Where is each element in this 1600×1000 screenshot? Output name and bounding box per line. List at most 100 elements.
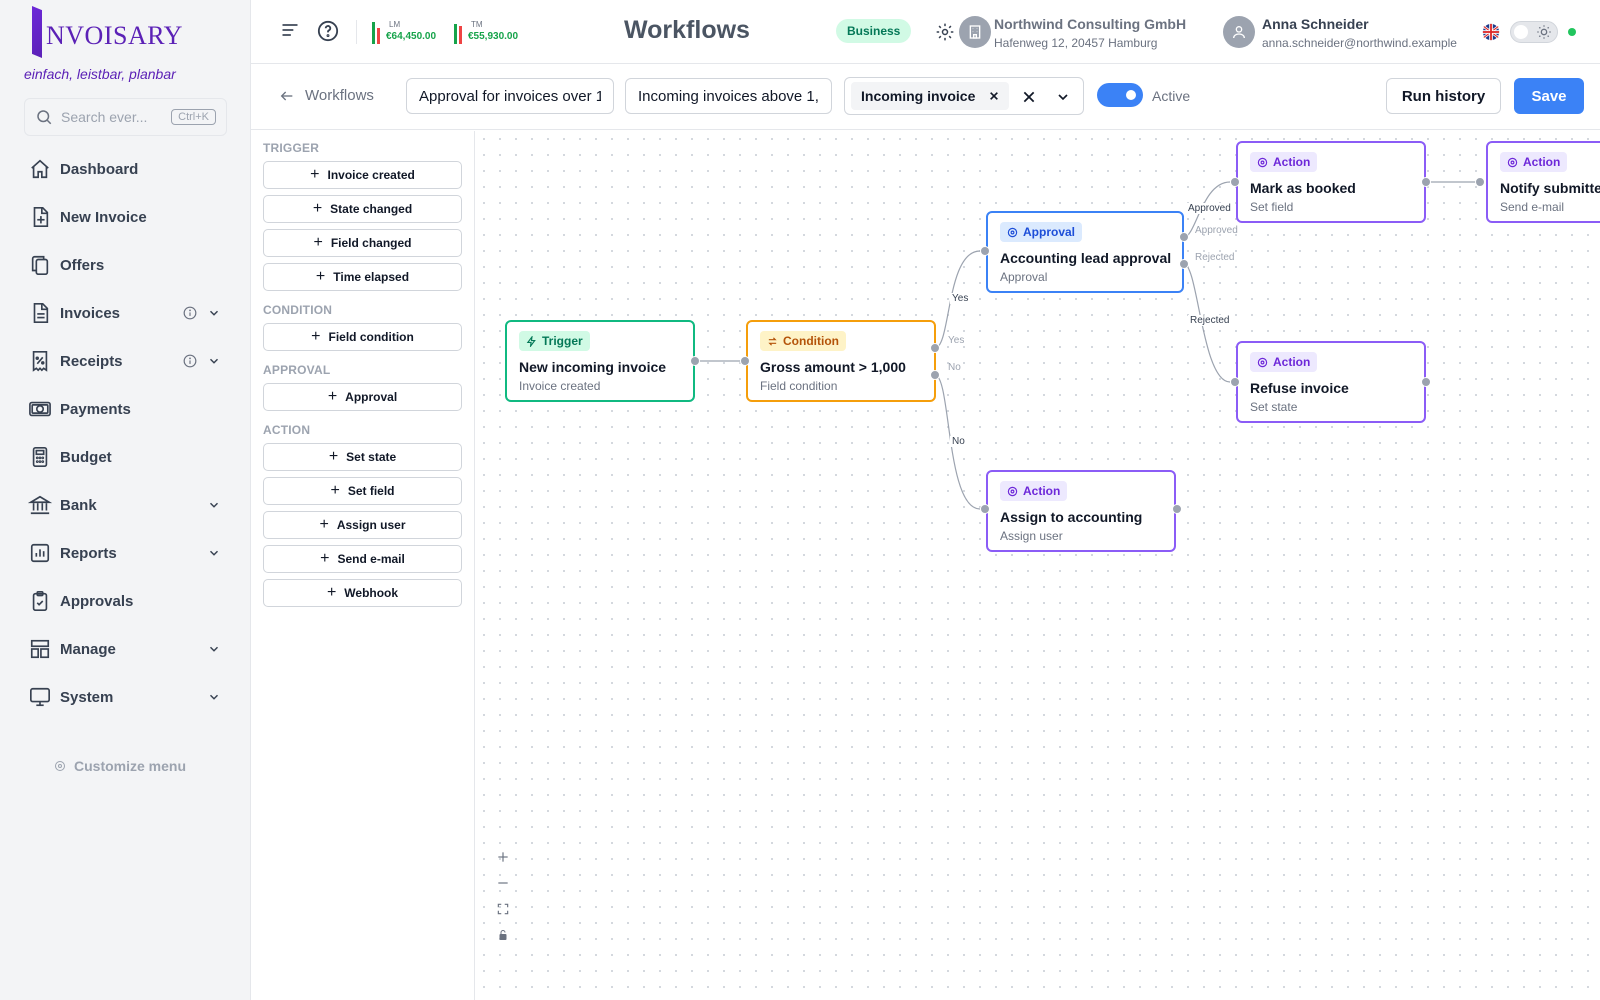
company-avatar[interactable] <box>959 16 991 48</box>
plus-icon: + <box>330 482 340 499</box>
app-logo[interactable]: NVOISARY <box>32 6 183 58</box>
chevron-down-icon[interactable] <box>207 546 221 560</box>
node-action-booked[interactable]: Action Mark as booked Set field <box>1236 141 1426 223</box>
document-type-chip[interactable]: Incoming invoice <box>851 82 1010 110</box>
port-condition-yes[interactable] <box>930 343 940 353</box>
palette-item-send-email[interactable]: + Send e-mail <box>263 545 462 573</box>
port-booked-in[interactable] <box>1230 177 1240 187</box>
palette-item-state-changed[interactable]: + State changed <box>263 195 462 223</box>
chevron-down-icon[interactable] <box>207 306 221 320</box>
clear-icon[interactable] <box>1022 90 1036 104</box>
sidebar-item-new-invoice[interactable]: New Invoice <box>0 193 251 241</box>
sidebar-item-invoices[interactable]: Invoices <box>0 289 251 337</box>
chip-remove-icon[interactable] <box>989 91 999 101</box>
sidebar-item-budget[interactable]: Budget <box>0 433 251 481</box>
plus-icon: + <box>312 200 323 217</box>
search-input[interactable]: Search ever... Ctrl+K <box>24 98 227 136</box>
palette-item-set-state[interactable]: + Set state <box>263 443 462 471</box>
sidebar-item-bank[interactable]: Bank <box>0 481 251 529</box>
palette-item-webhook[interactable]: + Webhook <box>263 579 462 607</box>
zoom-out-button[interactable] <box>493 874 513 892</box>
home-icon <box>28 157 52 181</box>
chevron-down-icon[interactable] <box>207 498 221 512</box>
port-condition-in[interactable] <box>740 356 750 366</box>
chevron-down-icon[interactable] <box>207 354 221 368</box>
port-refuse-out[interactable] <box>1421 377 1431 387</box>
banknote-icon <box>28 397 52 421</box>
sidebar-item-reports[interactable]: Reports <box>0 529 251 577</box>
port-assign-out[interactable] <box>1172 504 1182 514</box>
palette-item-label: Approval <box>345 390 398 404</box>
fit-view-button[interactable] <box>493 900 513 918</box>
node-trigger[interactable]: Trigger New incoming invoice Invoice cre… <box>505 320 695 402</box>
workflow-canvas[interactable]: Trigger New incoming invoice Invoice cre… <box>476 131 1600 1000</box>
kpi-this-month[interactable]: TM €55,930.00 <box>454 20 518 44</box>
sidebar-item-offers[interactable]: Offers <box>0 241 251 289</box>
port-approval-approved[interactable] <box>1179 232 1189 242</box>
uk-flag-icon[interactable] <box>1482 23 1500 41</box>
palette-item-label: Field condition <box>328 330 414 344</box>
sidebar-item-label: Approvals <box>60 592 134 610</box>
port-label-rejected: Rejected <box>1195 252 1235 263</box>
theme-toggle[interactable] <box>1510 21 1558 43</box>
palette-group-title: ACTION <box>263 423 311 437</box>
port-refuse-in[interactable] <box>1230 377 1240 387</box>
node-condition[interactable]: Condition Gross amount > 1,000 Field con… <box>746 320 936 402</box>
node-palette: TRIGGER + Invoice created + State changed … <box>251 131 475 1000</box>
sidebar-item-dashboard[interactable]: Dashboard <box>0 145 251 193</box>
sidebar-item-system[interactable]: System <box>0 673 251 721</box>
palette-item-invoice-created[interactable]: + Invoice created <box>263 161 462 189</box>
save-button[interactable]: Save <box>1514 78 1584 114</box>
port-notify-in[interactable] <box>1475 177 1485 187</box>
kpi-last-month[interactable]: LM €64,450.00 <box>372 20 436 44</box>
sidebar-item-receipts[interactable]: Receipts <box>0 337 251 385</box>
port-assign-in[interactable] <box>980 504 990 514</box>
info-icon[interactable] <box>183 306 197 320</box>
palette-item-assign-user[interactable]: + Assign user <box>263 511 462 539</box>
sidebar-item-approvals[interactable]: Approvals <box>0 577 251 625</box>
top-header: LM €64,450.00 TM €55,930.00 Workflows Bu… <box>251 0 1600 64</box>
node-approval[interactable]: Approval Accounting lead approval Approv… <box>986 211 1184 293</box>
info-icon[interactable] <box>183 354 197 368</box>
lock-button[interactable] <box>493 926 513 944</box>
palette-item-field-changed[interactable]: + Field changed <box>263 229 462 257</box>
chevron-down-icon[interactable] <box>1055 89 1071 105</box>
gear-icon[interactable] <box>935 22 955 42</box>
port-booked-out[interactable] <box>1421 177 1431 187</box>
target-icon <box>1007 486 1018 496</box>
port-approval-in[interactable] <box>980 246 990 256</box>
chevron-down-icon[interactable] <box>207 690 221 704</box>
palette-item-label: Invoice created <box>327 168 415 182</box>
port-trigger-out[interactable] <box>690 356 700 366</box>
help-icon[interactable] <box>317 20 339 42</box>
palette-item-field-condition[interactable]: + Field condition <box>263 323 462 351</box>
customize-menu-button[interactable]: Customize menu <box>54 758 186 774</box>
run-history-button[interactable]: Run history <box>1386 78 1501 114</box>
node-action-assign[interactable]: Action Assign to accounting Assign user <box>986 470 1176 552</box>
palette-item-approval[interactable]: + Approval <box>263 383 462 411</box>
menu-icon[interactable] <box>280 20 300 40</box>
node-subtitle: Assign user <box>1000 528 1063 543</box>
node-action-refuse[interactable]: Action Refuse invoice Set state <box>1236 341 1426 423</box>
user-info[interactable]: Anna Schneider anna.schneider@northwind.… <box>1262 16 1457 50</box>
back-button[interactable]: Workflows <box>279 87 374 104</box>
sidebar-item-manage[interactable]: Manage <box>0 625 251 673</box>
node-action-notify[interactable]: Action Notify submitte Send e-mail <box>1486 141 1600 223</box>
palette-item-time-elapsed[interactable]: + Time elapsed <box>263 263 462 291</box>
target-icon <box>1007 227 1018 237</box>
active-toggle[interactable] <box>1097 83 1143 107</box>
workflow-name-input[interactable] <box>406 78 614 114</box>
receipt-percent-icon <box>28 349 52 373</box>
sidebar-item-payments[interactable]: Payments <box>0 385 251 433</box>
user-icon <box>1233 26 1245 39</box>
theme-toggle-knob <box>1514 25 1528 39</box>
user-avatar[interactable] <box>1223 16 1255 48</box>
palette-item-set-field[interactable]: + Set field <box>263 477 462 505</box>
port-condition-no[interactable] <box>930 370 940 380</box>
document-type-select[interactable]: Incoming invoice <box>844 77 1084 115</box>
workflow-description-input[interactable] <box>625 78 832 114</box>
chevron-down-icon[interactable] <box>207 642 221 656</box>
port-approval-rejected[interactable] <box>1179 259 1189 269</box>
zoom-in-button[interactable] <box>493 848 513 866</box>
company-info[interactable]: Northwind Consulting GmbH Hafenweg 12, 2… <box>994 16 1186 50</box>
